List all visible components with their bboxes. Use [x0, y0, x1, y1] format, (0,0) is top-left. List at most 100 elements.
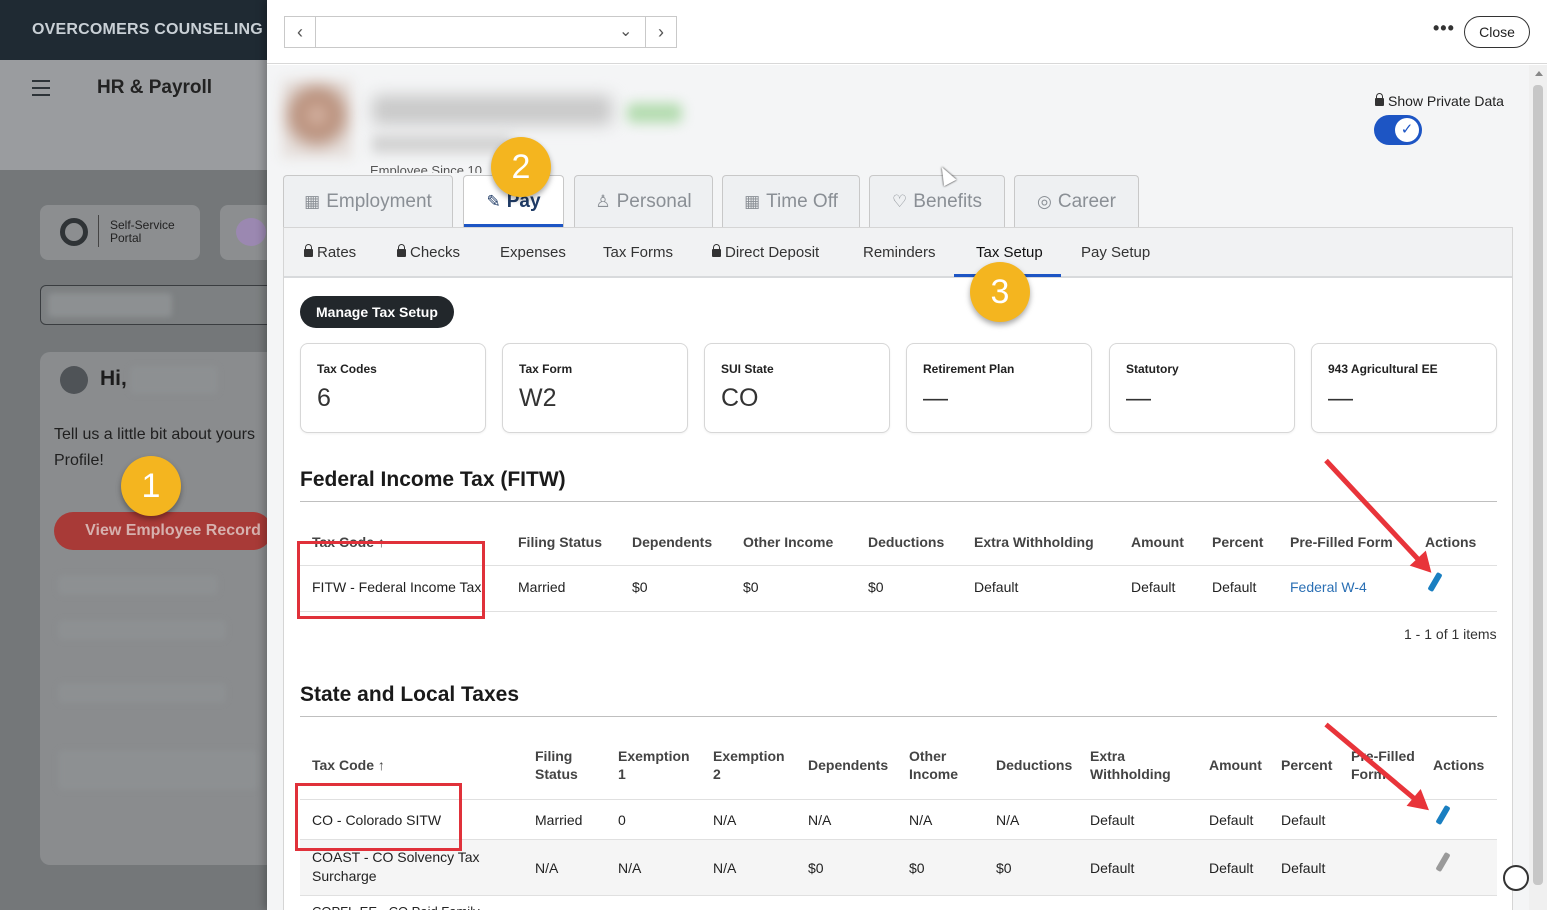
divider — [98, 215, 99, 247]
col-dependents: Dependents — [632, 534, 713, 550]
col-amount: Amount — [1131, 534, 1184, 550]
blurred-link — [58, 750, 258, 790]
state-section-title: State and Local Taxes — [300, 683, 520, 706]
col-exemption-1: Exemption 1 — [618, 748, 690, 782]
more-options-icon[interactable]: ••• — [1433, 18, 1455, 39]
check-icon: ✓ — [1395, 118, 1419, 142]
tab-career[interactable]: ◎ Career — [1014, 175, 1139, 227]
employee-record-panel: ‹ ⌄ › ••• Close Employee Since 10 Show P… — [267, 0, 1547, 910]
col-exemption-2: Exemption 2 — [713, 748, 785, 782]
blurred-name — [130, 366, 218, 394]
employee-header: Employee Since 10 Show Private Data ✓ — [282, 75, 1514, 175]
percent-cell: Default — [1212, 579, 1257, 595]
col-percent: Percent — [1212, 534, 1264, 550]
percent-cell: Default — [1281, 860, 1326, 876]
annotation-box-colorado — [295, 783, 462, 851]
employee-selector[interactable] — [316, 16, 646, 48]
extra-withholding-cell: Default — [974, 579, 1019, 595]
edit-pencil-icon[interactable] — [1435, 804, 1451, 826]
row-divider — [300, 839, 1497, 840]
col-amount: Amount — [1209, 757, 1262, 773]
col-extra-withholding: Extra Withholding — [974, 534, 1094, 550]
subtab-direct-deposit[interactable]: Direct Deposit — [712, 244, 819, 261]
main-tabs: ▦ Employment ✎ Pay ♙ Personal ▦ Time Off ♡ Be… — [283, 175, 1513, 227]
subtab-expenses[interactable]: Expenses — [500, 244, 566, 261]
subtab-rates[interactable]: Rates — [304, 244, 356, 261]
subtab-tax-forms[interactable]: Tax Forms — [603, 244, 673, 261]
col-other-income: Other Income — [909, 748, 959, 782]
show-private-data-label: Show Private Data — [1375, 93, 1504, 109]
tax-code-cell: COPFL-EE - CO Paid Family — [312, 902, 480, 910]
tab-benefits[interactable]: ♡ Benefits — [869, 175, 1005, 227]
col-filing-status: Filing Status — [518, 534, 602, 550]
manage-tax-setup-button[interactable]: Manage Tax Setup — [300, 296, 454, 328]
section-divider — [300, 501, 1497, 502]
tab-time-off[interactable]: ▦ Time Off — [722, 175, 860, 227]
show-private-data-toggle[interactable]: ✓ — [1374, 115, 1422, 145]
sub-tabs: Rates Checks Expenses Tax Forms Direct D… — [284, 228, 1512, 278]
amount-cell: Default — [1209, 812, 1254, 828]
tab-employment[interactable]: ▦ Employment — [283, 175, 453, 227]
pay-icon: ✎ — [486, 191, 501, 211]
chat-help-icon[interactable] — [1503, 865, 1529, 891]
scrollbar[interactable] — [1529, 65, 1547, 910]
deductions-cell: N/A — [996, 812, 1020, 828]
extra-withholding-cell: Default — [1090, 860, 1135, 876]
kpi-943-agricultural: 943 Agricultural EE — — [1311, 343, 1497, 433]
lock-icon — [712, 244, 721, 257]
employee-since: Employee Since 10 — [370, 163, 483, 173]
edit-pencil-icon[interactable] — [1427, 571, 1443, 593]
dependents-cell: $0 — [632, 579, 648, 595]
calendar-icon: ▦ — [744, 191, 761, 211]
subtab-pay-setup[interactable]: Pay Setup — [1081, 244, 1150, 261]
lock-icon — [1375, 93, 1384, 106]
step-badge-1: 1 — [121, 456, 181, 516]
section-divider — [300, 716, 1497, 717]
col-tax-code[interactable]: Tax Code ↑ — [312, 756, 385, 774]
menu-icon[interactable] — [32, 80, 50, 96]
subtab-checks[interactable]: Checks — [397, 244, 460, 261]
blurred-link — [58, 683, 226, 703]
federal-w4-link[interactable]: Federal W-4 — [1290, 578, 1367, 597]
portal-label: Self-Service Portal — [110, 218, 175, 245]
exemption-2-cell: N/A — [713, 860, 737, 876]
row-divider — [300, 895, 1497, 896]
col-deductions: Deductions — [996, 757, 1073, 773]
subtab-tax-setup[interactable]: Tax Setup — [976, 244, 1043, 261]
dependents-cell: N/A — [808, 812, 832, 828]
deductions-cell: $0 — [996, 860, 1012, 876]
blurred-link — [58, 575, 218, 595]
previous-record-button[interactable]: ‹ — [284, 16, 316, 48]
amount-cell: Default — [1209, 860, 1254, 876]
employee-name-blurred — [372, 95, 612, 125]
amount-cell: Default — [1131, 579, 1176, 595]
pager-info: 1 - 1 of 1 items — [1404, 626, 1497, 642]
chevron-down-icon[interactable]: ⌄ — [619, 21, 632, 41]
kpi-statutory: Statutory — — [1109, 343, 1295, 433]
blurred-text — [48, 293, 172, 317]
exemption-1-cell: 0 — [618, 812, 626, 828]
filing-status-cell: Married — [535, 812, 583, 828]
col-other-income: Other Income — [743, 534, 834, 550]
step-badge-2: 2 — [491, 137, 551, 197]
scroll-up-icon[interactable] — [1535, 71, 1543, 76]
other-income-cell: $0 — [743, 579, 759, 595]
filing-status-cell: Married — [518, 579, 566, 595]
person-icon: ♙ — [595, 191, 611, 211]
kpi-tax-form: Tax Form W2 — [502, 343, 688, 433]
kpi-tax-codes: Tax Codes 6 — [300, 343, 486, 433]
close-button[interactable]: Close — [1464, 16, 1530, 48]
tab-personal[interactable]: ♙ Personal — [574, 175, 713, 227]
blurred-link — [58, 620, 226, 640]
next-record-button[interactable]: › — [645, 16, 677, 48]
lock-icon — [304, 244, 313, 257]
percent-cell: Default — [1281, 812, 1326, 828]
row-divider — [300, 799, 1497, 800]
other-income-cell: N/A — [909, 812, 933, 828]
deductions-cell: $0 — [868, 579, 884, 595]
view-employee-record-button[interactable]: View Employee Record — [54, 512, 272, 550]
scroll-thumb[interactable] — [1533, 85, 1543, 885]
col-extra-withholding: Extra Withholding — [1090, 748, 1171, 782]
col-actions: Actions — [1425, 534, 1477, 550]
subtab-reminders[interactable]: Reminders — [863, 244, 936, 261]
